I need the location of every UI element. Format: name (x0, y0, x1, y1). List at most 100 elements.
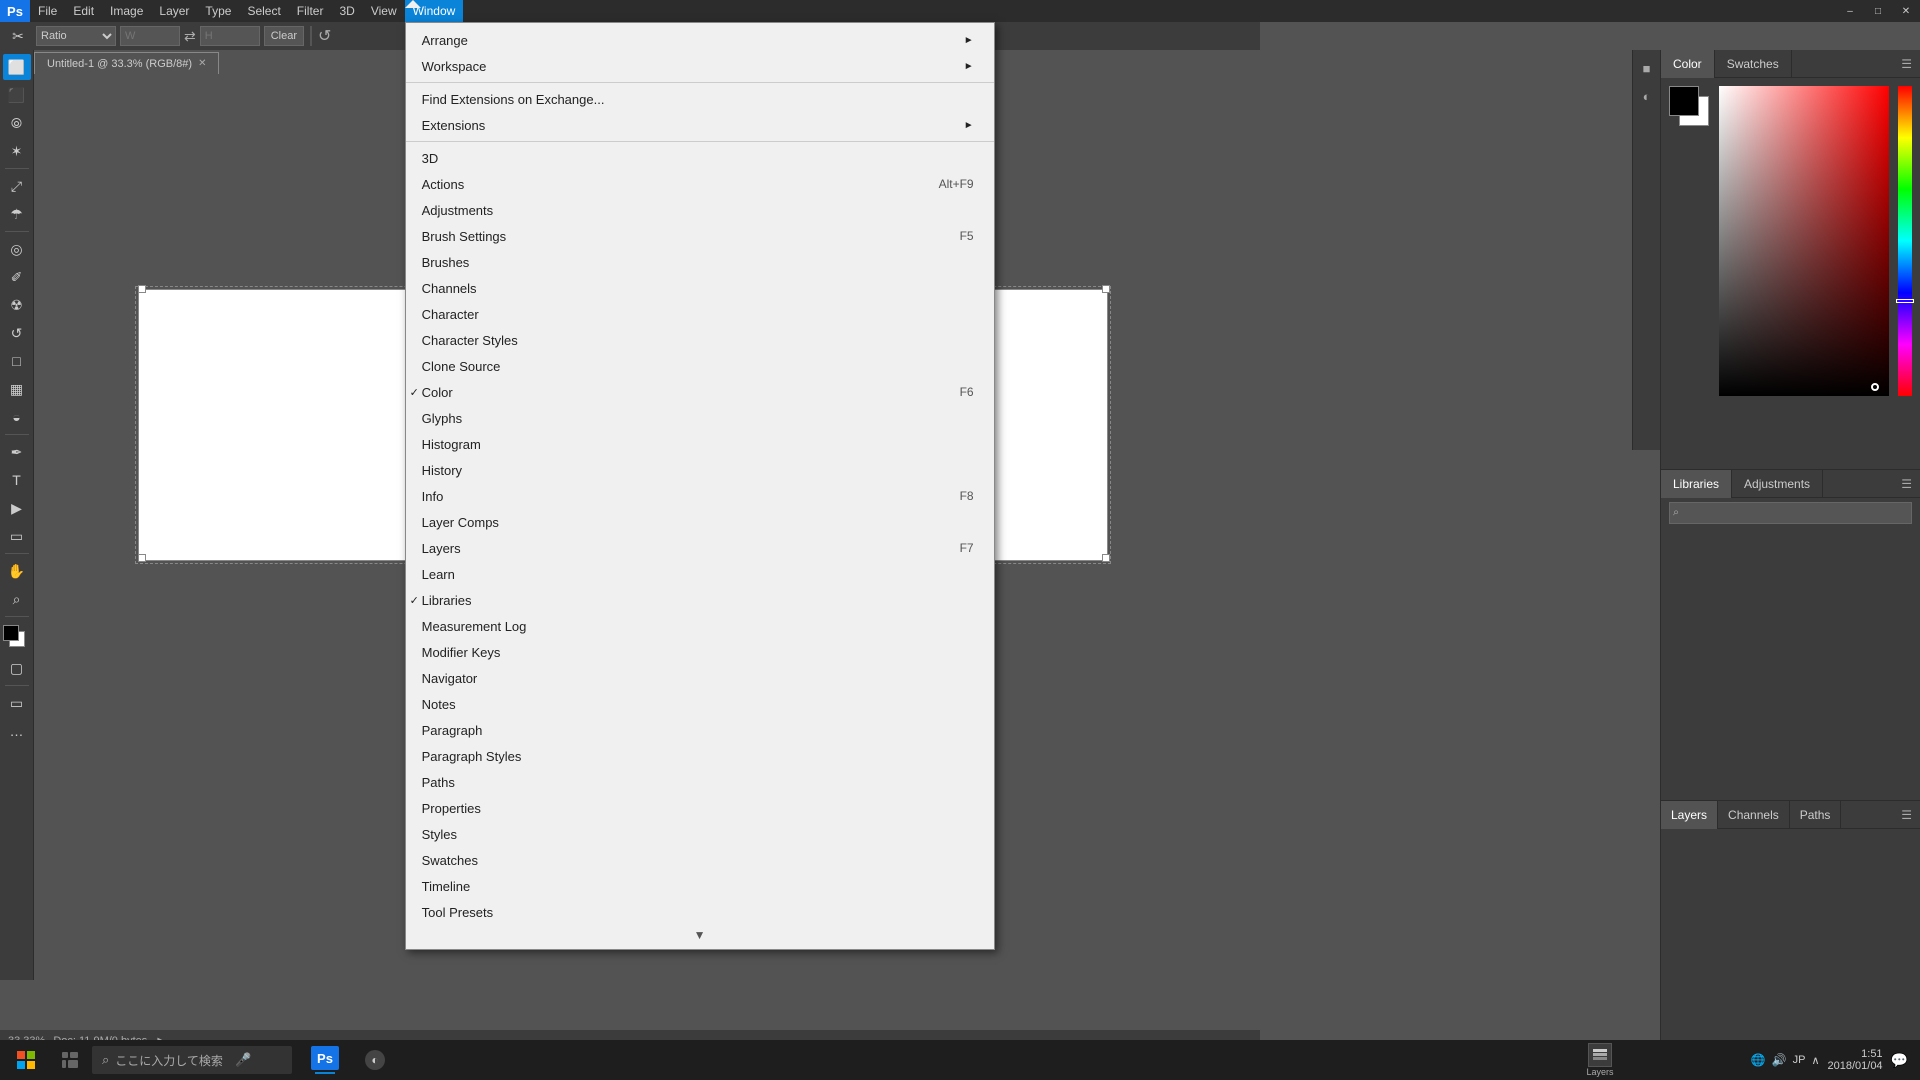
menu-character[interactable]: Character (406, 301, 994, 327)
keyboard-icon[interactable]: JP (1793, 1054, 1806, 1066)
layers-tab[interactable]: Layers (1661, 801, 1718, 829)
color-gradient[interactable] (1719, 86, 1889, 396)
taskbar-search-area[interactable]: ⌕ ここに入力して検索 🎤 (92, 1046, 292, 1074)
menu-timeline[interactable]: Timeline (406, 873, 994, 899)
menu-arrange[interactable]: Arrange ► (406, 27, 994, 53)
taskbar-start-button[interactable] (0, 1040, 52, 1080)
lasso-tool[interactable]: ⦾ (3, 110, 31, 136)
swap-icon[interactable]: ⇄ (184, 28, 196, 45)
menu-tool-presets[interactable]: Tool Presets (406, 899, 994, 925)
eyedropper-tool[interactable]: ☂ (3, 201, 31, 227)
move-tool[interactable]: ⬜ (3, 54, 31, 80)
pen-tool[interactable]: ✒ (3, 439, 31, 465)
panel-menu-btn[interactable]: ☰ (1901, 57, 1920, 71)
eraser-tool[interactable]: □ (3, 348, 31, 374)
taskbar-layers-app[interactable]: Layers (1560, 1040, 1640, 1080)
magic-wand-tool[interactable]: ✶ (3, 138, 31, 164)
menu-view[interactable]: View (363, 0, 405, 22)
taskbar-app-ps[interactable]: Ps (300, 1040, 350, 1080)
height-input[interactable] (200, 26, 260, 46)
menu-learn[interactable]: Learn (406, 561, 994, 587)
menu-info[interactable]: Info F8 (406, 483, 994, 509)
menu-layer[interactable]: Layer (151, 0, 197, 22)
menu-styles[interactable]: Styles (406, 821, 994, 847)
canvas-handle-tl[interactable] (138, 285, 146, 293)
menu-image[interactable]: Image (102, 0, 151, 22)
channels-tab[interactable]: Channels (1718, 801, 1790, 829)
menu-workspace[interactable]: Workspace ► (406, 53, 994, 79)
restore-button[interactable]: □ (1864, 0, 1892, 22)
zoom-tool[interactable]: ⌕ (3, 586, 31, 612)
foreground-color-swatch[interactable] (1669, 86, 1699, 116)
menu-brush-settings[interactable]: Brush Settings F5 (406, 223, 994, 249)
adjustments-tab[interactable]: Adjustments (1732, 470, 1823, 498)
menu-glyphs[interactable]: Glyphs (406, 405, 994, 431)
menu-paragraph-styles[interactable]: Paragraph Styles (406, 743, 994, 769)
up-arrow-icon[interactable]: ∧ (1811, 1054, 1819, 1067)
menu-libraries[interactable]: ✓ Libraries (406, 587, 994, 613)
hand-tool[interactable]: ✋ (3, 558, 31, 584)
selection-tool[interactable]: ⬛ (3, 82, 31, 108)
menu-layers[interactable]: Layers F7 (406, 535, 994, 561)
menu-history[interactable]: History (406, 457, 994, 483)
menu-edit[interactable]: Edit (65, 0, 102, 22)
quick-mask-toggle[interactable]: ▢ (3, 655, 31, 681)
menu-channels[interactable]: Channels (406, 275, 994, 301)
hue-bar[interactable] (1898, 86, 1912, 396)
menu-actions[interactable]: Actions Alt+F9 (406, 171, 994, 197)
menu-color[interactable]: ✓ Color F6 (406, 379, 994, 405)
volume-icon[interactable]: 🔊 (1772, 1053, 1787, 1067)
menu-clone-source[interactable]: Clone Source (406, 353, 994, 379)
libraries-panel-menu-btn[interactable]: ☰ (1901, 477, 1920, 491)
canvas-handle-br[interactable] (1102, 554, 1110, 562)
canvas-handle-tr[interactable] (1102, 285, 1110, 293)
menu-measurement-log[interactable]: Measurement Log (406, 613, 994, 639)
menu-find-extensions[interactable]: Find Extensions on Exchange... (406, 86, 994, 112)
path-select-tool[interactable]: ▶ (3, 495, 31, 521)
undo-icon[interactable]: ↺ (318, 26, 331, 46)
menu-adjustments[interactable]: Adjustments (406, 197, 994, 223)
history-brush-tool[interactable]: ↺ (3, 320, 31, 346)
color-panel-icon[interactable]: ■ (1634, 55, 1660, 81)
clear-button[interactable]: Clear (264, 26, 304, 46)
taskbar-clock[interactable]: 1:51 2018/01/04 (1828, 1048, 1883, 1072)
menu-modifier-keys[interactable]: Modifier Keys (406, 639, 994, 665)
menu-navigator[interactable]: Navigator (406, 665, 994, 691)
menu-histogram[interactable]: Histogram (406, 431, 994, 457)
minimize-button[interactable]: – (1836, 0, 1864, 22)
color-tab[interactable]: Color (1661, 50, 1715, 78)
menu-character-styles[interactable]: Character Styles (406, 327, 994, 353)
menu-properties[interactable]: Properties (406, 795, 994, 821)
color-swatch-area[interactable] (3, 625, 31, 653)
close-button[interactable]: ✕ (1892, 0, 1920, 22)
swatches-tab[interactable]: Swatches (1715, 50, 1792, 78)
crop-tool[interactable]: ⤢ (3, 173, 31, 199)
menu-layer-comps[interactable]: Layer Comps (406, 509, 994, 535)
screen-mode-toggle[interactable]: ▭ (3, 690, 31, 716)
menu-extensions[interactable]: Extensions ► (406, 112, 994, 138)
menu-swatches[interactable]: Swatches (406, 847, 994, 873)
gradient-tool[interactable]: ▦ (3, 376, 31, 402)
menu-expand-button[interactable]: ▼ (406, 925, 994, 945)
width-input[interactable] (120, 26, 180, 46)
menu-paths[interactable]: Paths (406, 769, 994, 795)
tab-close-button[interactable]: ✕ (198, 58, 206, 69)
extra-tools[interactable]: … (3, 718, 31, 744)
menu-brushes[interactable]: Brushes (406, 249, 994, 275)
menu-3d[interactable]: 3D (331, 0, 362, 22)
menu-3d[interactable]: 3D (406, 145, 994, 171)
libraries-tab[interactable]: Libraries (1661, 470, 1732, 498)
spot-heal-tool[interactable]: ◎ (3, 236, 31, 262)
menu-select[interactable]: Select (239, 0, 288, 22)
clone-stamp-tool[interactable]: ☢ (3, 292, 31, 318)
dodge-tool[interactable]: ◒ (3, 404, 31, 430)
document-tab[interactable]: Untitled-1 @ 33.3% (RGB/8#) ✕ (34, 52, 219, 74)
network-icon[interactable]: 🌐 (1751, 1053, 1766, 1067)
adjustments-panel-icon[interactable]: ◐ (1634, 83, 1660, 109)
canvas-handle-bl[interactable] (138, 554, 146, 562)
layers-panel-menu-btn[interactable]: ☰ (1901, 808, 1920, 822)
paths-tab[interactable]: Paths (1790, 801, 1842, 829)
shape-tool[interactable]: ▭ (3, 523, 31, 549)
menu-type[interactable]: Type (197, 0, 239, 22)
menu-paragraph[interactable]: Paragraph (406, 717, 994, 743)
